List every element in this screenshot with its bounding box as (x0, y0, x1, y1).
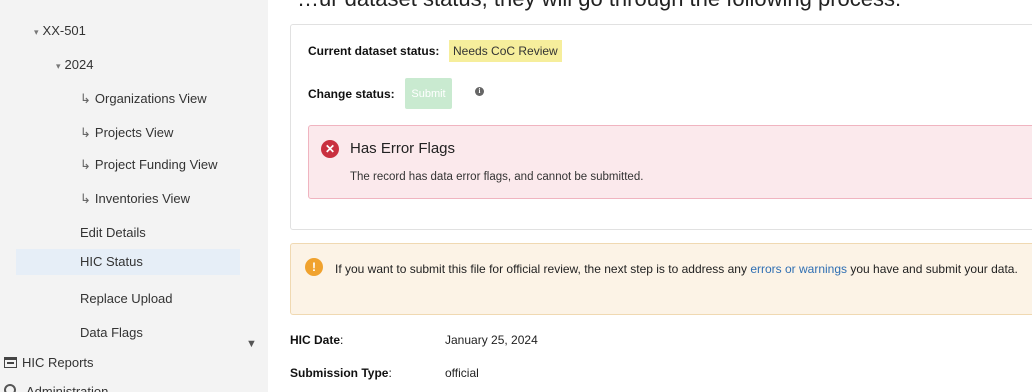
hic-date-label: HIC Date: (290, 333, 344, 347)
subitem-arrow-icon: ↳ (80, 91, 91, 106)
sidebar-item-edit-details[interactable]: Edit Details (80, 225, 146, 240)
hic-date-value: January 25, 2024 (445, 333, 538, 347)
sidebar-item-coc[interactable]: ▾ XX-501 (34, 23, 86, 38)
warning-text: If you want to submit this file for offi… (335, 262, 1018, 276)
subitem-arrow-icon: ↳ (80, 191, 91, 206)
current-status-label: Current dataset status: (308, 44, 440, 58)
submission-type-label: Submission Type: (290, 366, 392, 380)
sidebar-item-replace-upload[interactable]: Replace Upload (80, 291, 173, 306)
chevron-down-icon: ▾ (56, 61, 61, 71)
error-message: The record has data error flags, and can… (350, 171, 644, 183)
reports-icon (4, 357, 17, 368)
submission-type-value: official (445, 366, 479, 380)
chevron-down-icon[interactable]: ▼ (246, 338, 257, 350)
submit-button[interactable]: Submit (405, 78, 452, 109)
status-card: Current dataset status: Needs CoC Review… (290, 24, 1032, 230)
sidebar-item-hic-reports[interactable]: HIC Reports (4, 355, 94, 370)
subitem-arrow-icon: ↳ (80, 125, 91, 140)
chevron-down-icon: ▾ (34, 27, 39, 37)
sidebar-item-project-funding-view[interactable]: ↳ Project Funding View (80, 157, 218, 173)
sidebar-item-inventories-view[interactable]: ↳ Inventories View (80, 191, 190, 207)
sidebar-item-organizations-view[interactable]: ↳ Organizations View (80, 91, 207, 107)
warning-alert: ! If you want to submit this file for of… (290, 243, 1032, 315)
sidebar-item-administration[interactable]: Administration (26, 384, 108, 392)
sidebar-item-projects-view[interactable]: ↳ Projects View (80, 125, 173, 141)
sidebar-item-data-flags[interactable]: Data Flags (80, 325, 143, 340)
page-headline: …ur dataset status, they will go through… (297, 0, 901, 12)
error-alert: ✕ Has Error Flags The record has data er… (308, 125, 1032, 199)
sidebar-item-year[interactable]: ▾ 2024 (56, 57, 93, 72)
change-status-label: Change status: (308, 87, 395, 101)
gear-icon (4, 384, 16, 392)
status-badge: Needs CoC Review (449, 40, 562, 62)
sidebar: ▾ XX-501 ▾ 2024 ↳ Organizations View ↳ Proje… (0, 0, 268, 392)
subitem-arrow-icon: ↳ (80, 157, 91, 172)
info-icon[interactable]: i (475, 87, 484, 96)
error-title: Has Error Flags (350, 140, 456, 157)
sidebar-item-hic-status[interactable]: HIC Status (16, 249, 240, 275)
errors-warnings-link[interactable]: errors or warnings (750, 262, 847, 276)
warning-icon: ! (305, 258, 323, 276)
error-x-icon: ✕ (321, 140, 339, 158)
